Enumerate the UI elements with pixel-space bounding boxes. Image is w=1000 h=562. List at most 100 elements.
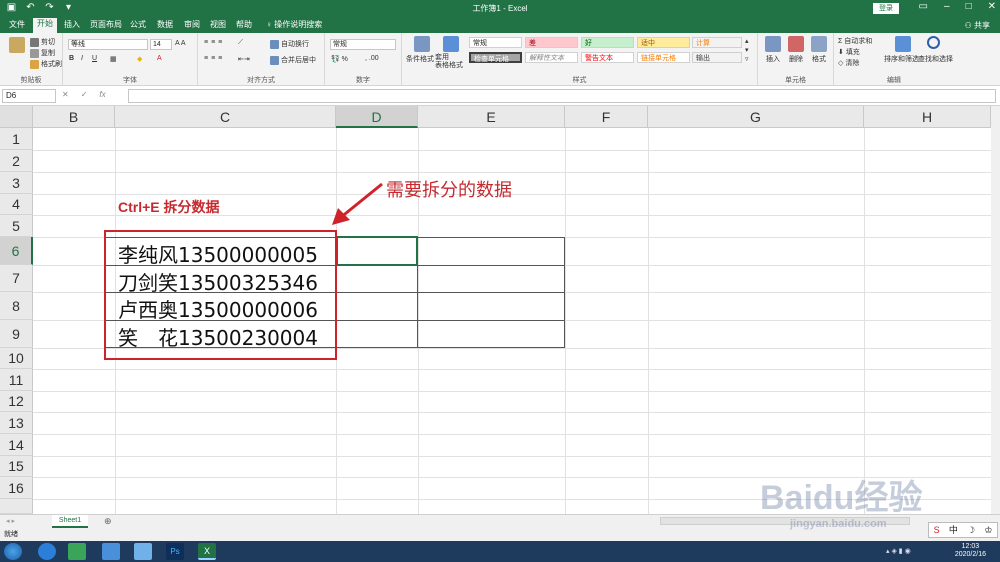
column-header-c[interactable]: C xyxy=(115,106,336,128)
row-header-1[interactable]: 1 xyxy=(0,128,33,150)
sort-filter-icon[interactable] xyxy=(895,36,911,52)
sort-filter-label[interactable]: 排序和筛选 xyxy=(884,54,919,64)
column-header-f[interactable]: F xyxy=(565,106,648,128)
maximize-icon[interactable]: □ xyxy=(966,1,972,12)
underline-icon[interactable]: U xyxy=(92,55,97,62)
style-linked-cell[interactable]: 链接单元格 xyxy=(637,52,690,63)
column-header-e[interactable]: E xyxy=(418,106,565,128)
select-all-corner[interactable] xyxy=(0,106,33,128)
style-neutral[interactable]: 适中 xyxy=(637,37,690,48)
worksheet-grid[interactable]: B C D E F G H 1 2 3 4 5 6 7 8 9 10 11 12… xyxy=(0,106,991,514)
style-bad[interactable]: 差 xyxy=(525,37,578,48)
row-header-17[interactable] xyxy=(0,499,33,514)
clock[interactable]: 12:03 2020/2/16 xyxy=(955,543,986,559)
row-header-2[interactable]: 2 xyxy=(0,150,33,172)
tray-icons[interactable]: ▴ ◈ ▮ ◉ xyxy=(886,547,911,555)
orientation-icon[interactable]: ⟋ xyxy=(238,39,243,47)
autosum-button[interactable]: Σ 自动求和 xyxy=(838,36,872,46)
fill-button[interactable]: ⬇ 填充 xyxy=(838,47,860,57)
find-select-icon[interactable] xyxy=(927,36,940,49)
style-explanatory[interactable]: 解释性文本 xyxy=(525,52,578,63)
cancel-icon[interactable]: ✕ xyxy=(62,90,69,99)
row-header-6[interactable]: 6 xyxy=(0,237,33,265)
tab-formulas[interactable]: 公式 xyxy=(126,19,150,33)
currency-icon[interactable]: 💱 % xyxy=(331,55,348,63)
insert-cells-label[interactable]: 插入 xyxy=(766,54,780,64)
clear-button[interactable]: ◇ 清除 xyxy=(838,58,859,68)
style-warning[interactable]: 警告文本 xyxy=(581,52,634,63)
vertical-align-icons[interactable]: ≡≡≡ xyxy=(204,39,225,46)
number-format-select[interactable]: 常规 xyxy=(330,39,396,50)
merge-center-button[interactable]: 合并后居中 xyxy=(270,55,316,65)
column-header-d[interactable]: D xyxy=(336,106,418,128)
borders-icon[interactable]: ▦ xyxy=(110,55,117,63)
row-header-12[interactable]: 12 xyxy=(0,391,33,412)
tab-insert[interactable]: 插入 xyxy=(60,19,84,33)
tab-view[interactable]: 视图 xyxy=(206,19,230,33)
row-header-11[interactable]: 11 xyxy=(0,369,33,391)
tab-review[interactable]: 审阅 xyxy=(180,19,204,33)
format-cells-icon[interactable] xyxy=(811,36,827,52)
login-button[interactable]: 登录 xyxy=(873,3,899,14)
column-header-h[interactable]: H xyxy=(864,106,991,128)
tab-file[interactable]: 文件 xyxy=(5,19,29,33)
insert-function-icon[interactable]: fx xyxy=(99,90,105,99)
horizontal-align-icons[interactable]: ≡≡≡ xyxy=(204,55,225,62)
conditional-format-label[interactable]: 条件格式 xyxy=(406,54,434,64)
row-header-8[interactable]: 8 xyxy=(0,292,33,320)
format-painter-button[interactable]: 格式刷 xyxy=(30,59,62,69)
row-header-13[interactable]: 13 xyxy=(0,412,33,434)
delete-cells-label[interactable]: 删除 xyxy=(789,54,803,64)
decimal-icons[interactable]: , .00 xyxy=(365,55,379,62)
vertical-scrollbar[interactable] xyxy=(991,106,1000,514)
indent-icons[interactable]: ⇤⇥ xyxy=(238,55,250,63)
row-header-3[interactable]: 3 xyxy=(0,172,33,194)
font-size-select[interactable]: 14 xyxy=(150,39,172,50)
enter-icon[interactable]: ✓ xyxy=(81,90,88,99)
fill-color-icon[interactable]: ◆ xyxy=(137,55,142,63)
find-select-label[interactable]: 查找和选择 xyxy=(918,54,953,64)
row-header-7[interactable]: 7 xyxy=(0,265,33,292)
insert-cells-icon[interactable] xyxy=(765,36,781,52)
row-header-9[interactable]: 9 xyxy=(0,320,33,348)
excel-taskbar-icon[interactable]: X xyxy=(198,543,216,560)
paste-icon[interactable] xyxy=(9,37,25,53)
format-cells-label[interactable]: 格式 xyxy=(812,54,826,64)
row-header-15[interactable]: 15 xyxy=(0,456,33,477)
font-grow-shrink-icons[interactable]: A A xyxy=(175,40,186,47)
style-calculation[interactable]: 计算 xyxy=(692,37,742,48)
ime-mode[interactable]: 中 xyxy=(949,523,958,537)
font-name-select[interactable]: 等线 xyxy=(68,39,148,50)
name-box[interactable]: D6 xyxy=(2,89,56,103)
bird-app-icon[interactable] xyxy=(134,543,152,560)
style-check-cell[interactable]: 检查单元格 xyxy=(469,52,522,63)
row-header-5[interactable]: 5 xyxy=(0,215,33,237)
style-output[interactable]: 输出 xyxy=(692,52,742,63)
ribbon-display-icon[interactable]: ▭ xyxy=(919,1,928,12)
style-normal[interactable]: 常规 xyxy=(469,37,522,48)
share-button[interactable]: ⚇ 共享 xyxy=(965,20,990,31)
row-header-14[interactable]: 14 xyxy=(0,434,33,456)
sheet-tab-sheet1[interactable]: Sheet1 xyxy=(52,515,88,528)
bold-icon[interactable]: B xyxy=(69,55,74,62)
active-cell-d6[interactable] xyxy=(336,236,418,266)
start-icon[interactable] xyxy=(4,543,22,560)
tab-page-layout[interactable]: 页面布局 xyxy=(86,19,126,33)
column-header-b[interactable]: B xyxy=(33,106,115,128)
cut-button[interactable]: 剪切 xyxy=(30,37,55,47)
minimize-icon[interactable]: – xyxy=(944,1,950,12)
copy-button[interactable]: 复制 xyxy=(30,48,55,58)
style-good[interactable]: 好 xyxy=(581,37,634,48)
conditional-format-icon[interactable] xyxy=(414,36,430,52)
wrap-text-button[interactable]: 自动换行 xyxy=(270,39,309,49)
close-icon[interactable]: ✕ xyxy=(988,1,996,12)
row-header-10[interactable]: 10 xyxy=(0,348,33,369)
formula-input[interactable] xyxy=(128,89,996,103)
network-app-icon[interactable] xyxy=(102,543,120,560)
sheet-nav-icons[interactable]: ◂ ▸ xyxy=(6,517,15,525)
browser-icon[interactable] xyxy=(38,543,56,560)
delete-cells-icon[interactable] xyxy=(788,36,804,52)
media-icon[interactable] xyxy=(68,543,86,560)
tab-home[interactable]: 开始 xyxy=(33,18,57,33)
tab-data[interactable]: 数据 xyxy=(153,19,177,33)
